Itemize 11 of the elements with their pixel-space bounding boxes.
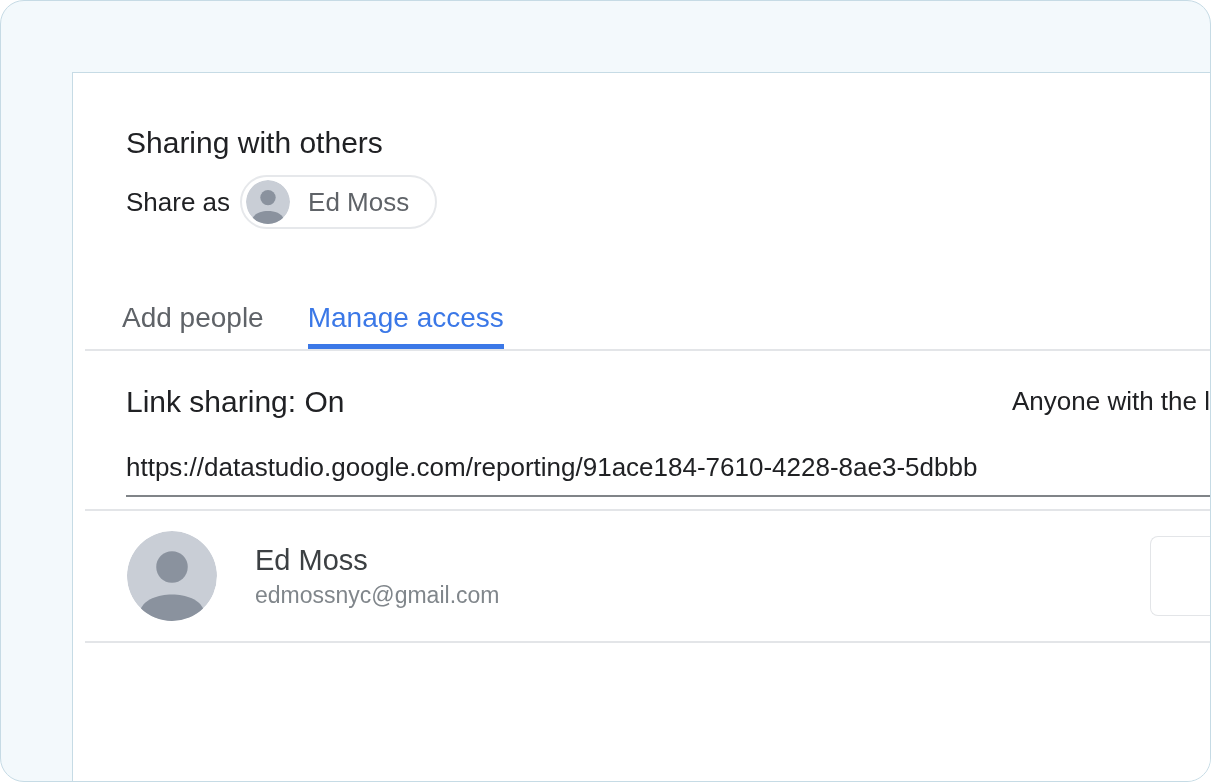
tab[interactable]: Add people xyxy=(122,291,264,349)
person-name: Ed Moss xyxy=(255,543,369,578)
access-dropdown[interactable]: Anyone with the l xyxy=(992,382,1210,421)
link-sharing-status: Link sharing: On xyxy=(126,384,345,420)
person-email: edmossnyc@gmail.com xyxy=(255,581,501,610)
dialog-title: Sharing with others xyxy=(126,125,384,161)
link-field[interactable]: https://datastudio.google.com/reporting/91ace184-7610-4228-8ae3-5dbbb xyxy=(126,448,1210,497)
avatar xyxy=(246,180,291,224)
account-chip[interactable]: Ed Moss xyxy=(240,175,438,229)
share-as-label: Share as xyxy=(126,185,231,219)
role-dropdown[interactable] xyxy=(1150,536,1210,616)
